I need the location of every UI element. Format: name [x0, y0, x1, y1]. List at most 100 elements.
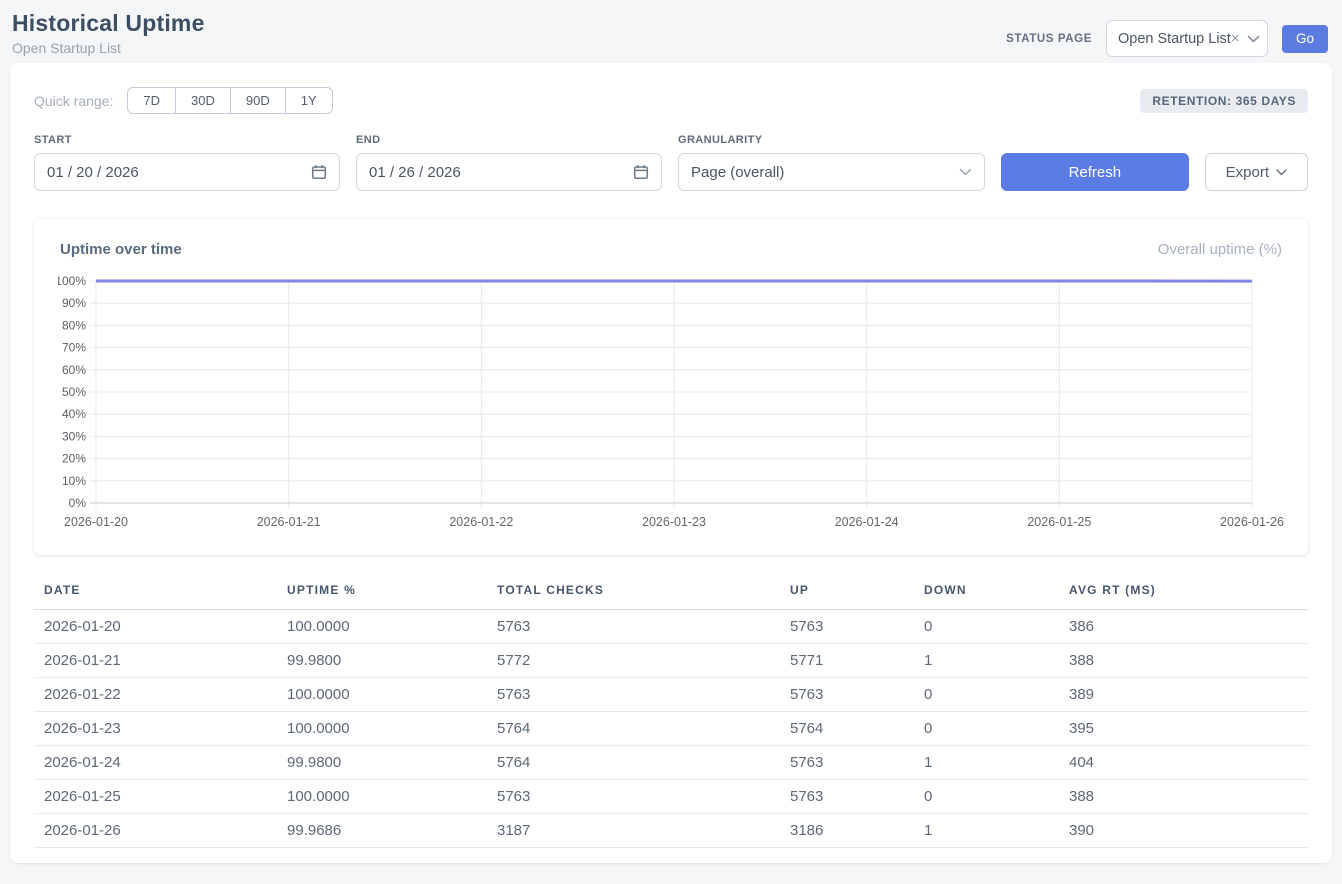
- end-date-value: 01 / 26 / 2026: [369, 164, 461, 181]
- svg-text:50%: 50%: [62, 385, 86, 399]
- column-header: UP: [780, 577, 914, 610]
- table-cell: 1: [914, 644, 1059, 678]
- status-page-label: STATUS PAGE: [1006, 33, 1092, 45]
- svg-text:80%: 80%: [62, 318, 86, 332]
- table-cell: 100.0000: [277, 610, 487, 644]
- chart-title: Uptime over time: [60, 241, 182, 258]
- export-label: Export: [1226, 164, 1269, 181]
- table-cell: 100.0000: [277, 712, 487, 746]
- granularity-field: GRANULARITY Page (overall): [678, 134, 985, 191]
- granularity-value: Page (overall): [691, 164, 784, 181]
- chart-card: Uptime over time Overall uptime (%) 2026…: [34, 219, 1308, 555]
- table-cell: 404: [1059, 746, 1308, 780]
- status-page-value: Open Startup List: [1118, 31, 1231, 47]
- svg-text:10%: 10%: [62, 474, 86, 488]
- status-page-select[interactable]: Open Startup List ×: [1106, 20, 1268, 57]
- topbar: Historical Uptime Open Startup List STAT…: [0, 0, 1342, 63]
- table-cell: 2026-01-23: [34, 712, 277, 746]
- retention-badge: RETENTION: 365 DAYS: [1140, 89, 1308, 113]
- table-row: 2026-01-25100.0000576357630388: [34, 780, 1308, 814]
- table-cell: 388: [1059, 644, 1308, 678]
- table-cell: 100.0000: [277, 780, 487, 814]
- svg-text:40%: 40%: [62, 407, 86, 421]
- column-header: UPTIME %: [277, 577, 487, 610]
- quick-range-group: 7D30D90D1Y: [127, 87, 332, 114]
- calendar-icon[interactable]: [633, 164, 649, 180]
- filter-row: START 01 / 20 / 2026 END 01 / 26 / 2026 …: [34, 134, 1308, 191]
- svg-text:2026-01-22: 2026-01-22: [449, 515, 513, 529]
- start-date-value: 01 / 20 / 2026: [47, 164, 139, 181]
- table-cell: 5764: [487, 746, 780, 780]
- table-row: 2026-01-2199.9800577257711388: [34, 644, 1308, 678]
- page-title: Historical Uptime: [12, 10, 205, 37]
- table-cell: 395: [1059, 712, 1308, 746]
- quick-range-row: Quick range: 7D30D90D1Y RETENTION: 365 D…: [34, 87, 1308, 114]
- table-row: 2026-01-2699.9686318731861390: [34, 814, 1308, 848]
- page-subtitle: Open Startup List: [12, 40, 205, 56]
- table-cell: 5772: [487, 644, 780, 678]
- calendar-icon[interactable]: [311, 164, 327, 180]
- table-cell: 5763: [780, 746, 914, 780]
- table-cell: 0: [914, 780, 1059, 814]
- table-cell: 5771: [780, 644, 914, 678]
- table-cell: 1: [914, 814, 1059, 848]
- clear-icon[interactable]: ×: [1231, 30, 1240, 47]
- granularity-select[interactable]: Page (overall): [678, 153, 985, 191]
- svg-text:2026-01-24: 2026-01-24: [835, 515, 899, 529]
- end-date-input[interactable]: 01 / 26 / 2026: [356, 153, 662, 191]
- table-cell: 389: [1059, 678, 1308, 712]
- table-cell: 2026-01-22: [34, 678, 277, 712]
- table-cell: 2026-01-26: [34, 814, 277, 848]
- table-cell: 390: [1059, 814, 1308, 848]
- svg-text:60%: 60%: [62, 363, 86, 377]
- quick-range-1y-button[interactable]: 1Y: [285, 87, 333, 114]
- end-label: END: [356, 134, 662, 146]
- table-cell: 100.0000: [277, 678, 487, 712]
- start-label: START: [34, 134, 340, 146]
- granularity-label: GRANULARITY: [678, 134, 985, 146]
- table-cell: 5764: [487, 712, 780, 746]
- svg-text:2026-01-23: 2026-01-23: [642, 515, 706, 529]
- table-cell: 5763: [780, 610, 914, 644]
- svg-text:2026-01-25: 2026-01-25: [1027, 515, 1091, 529]
- quick-range-30d-button[interactable]: 30D: [175, 87, 231, 114]
- uptime-line-chart: 2026-01-202026-01-212026-01-222026-01-23…: [58, 271, 1284, 533]
- chart-header: Uptime over time Overall uptime (%): [58, 239, 1284, 271]
- export-button[interactable]: Export: [1205, 153, 1308, 191]
- chevron-down-icon: [1276, 169, 1287, 176]
- quick-range-7d-button[interactable]: 7D: [127, 87, 176, 114]
- svg-text:2026-01-21: 2026-01-21: [257, 515, 321, 529]
- table-row: 2026-01-22100.0000576357630389: [34, 678, 1308, 712]
- column-header: DOWN: [914, 577, 1059, 610]
- table-cell: 5763: [780, 678, 914, 712]
- table-cell: 388: [1059, 780, 1308, 814]
- title-block: Historical Uptime Open Startup List: [12, 10, 205, 56]
- table-cell: 99.9800: [277, 644, 487, 678]
- table-cell: 3187: [487, 814, 780, 848]
- start-date-input[interactable]: 01 / 20 / 2026: [34, 153, 340, 191]
- go-button[interactable]: Go: [1282, 25, 1328, 53]
- svg-text:30%: 30%: [62, 429, 86, 443]
- column-header: DATE: [34, 577, 277, 610]
- svg-text:90%: 90%: [62, 296, 86, 310]
- status-page-controls: STATUS PAGE Open Startup List × Go: [1006, 20, 1328, 57]
- refresh-button[interactable]: Refresh: [1001, 153, 1189, 191]
- table-cell: 5764: [780, 712, 914, 746]
- table-cell: 5763: [487, 780, 780, 814]
- quick-range-90d-button[interactable]: 90D: [230, 87, 286, 114]
- uptime-table: DATEUPTIME %TOTAL CHECKSUPDOWNAVG RT (MS…: [34, 577, 1308, 848]
- table-row: 2026-01-20100.0000576357630386: [34, 610, 1308, 644]
- table-cell: 0: [914, 678, 1059, 712]
- chart-legend: Overall uptime (%): [1158, 241, 1282, 258]
- svg-text:2026-01-26: 2026-01-26: [1220, 515, 1284, 529]
- table-cell: 1: [914, 746, 1059, 780]
- table-cell: 5763: [487, 610, 780, 644]
- table-cell: 5763: [487, 678, 780, 712]
- table-cell: 386: [1059, 610, 1308, 644]
- table-cell: 3186: [780, 814, 914, 848]
- svg-text:70%: 70%: [62, 341, 86, 355]
- svg-text:100%: 100%: [58, 274, 86, 288]
- end-field: END 01 / 26 / 2026: [356, 134, 662, 191]
- table-header-row: DATEUPTIME %TOTAL CHECKSUPDOWNAVG RT (MS…: [34, 577, 1308, 610]
- quick-range-label: Quick range:: [34, 93, 113, 109]
